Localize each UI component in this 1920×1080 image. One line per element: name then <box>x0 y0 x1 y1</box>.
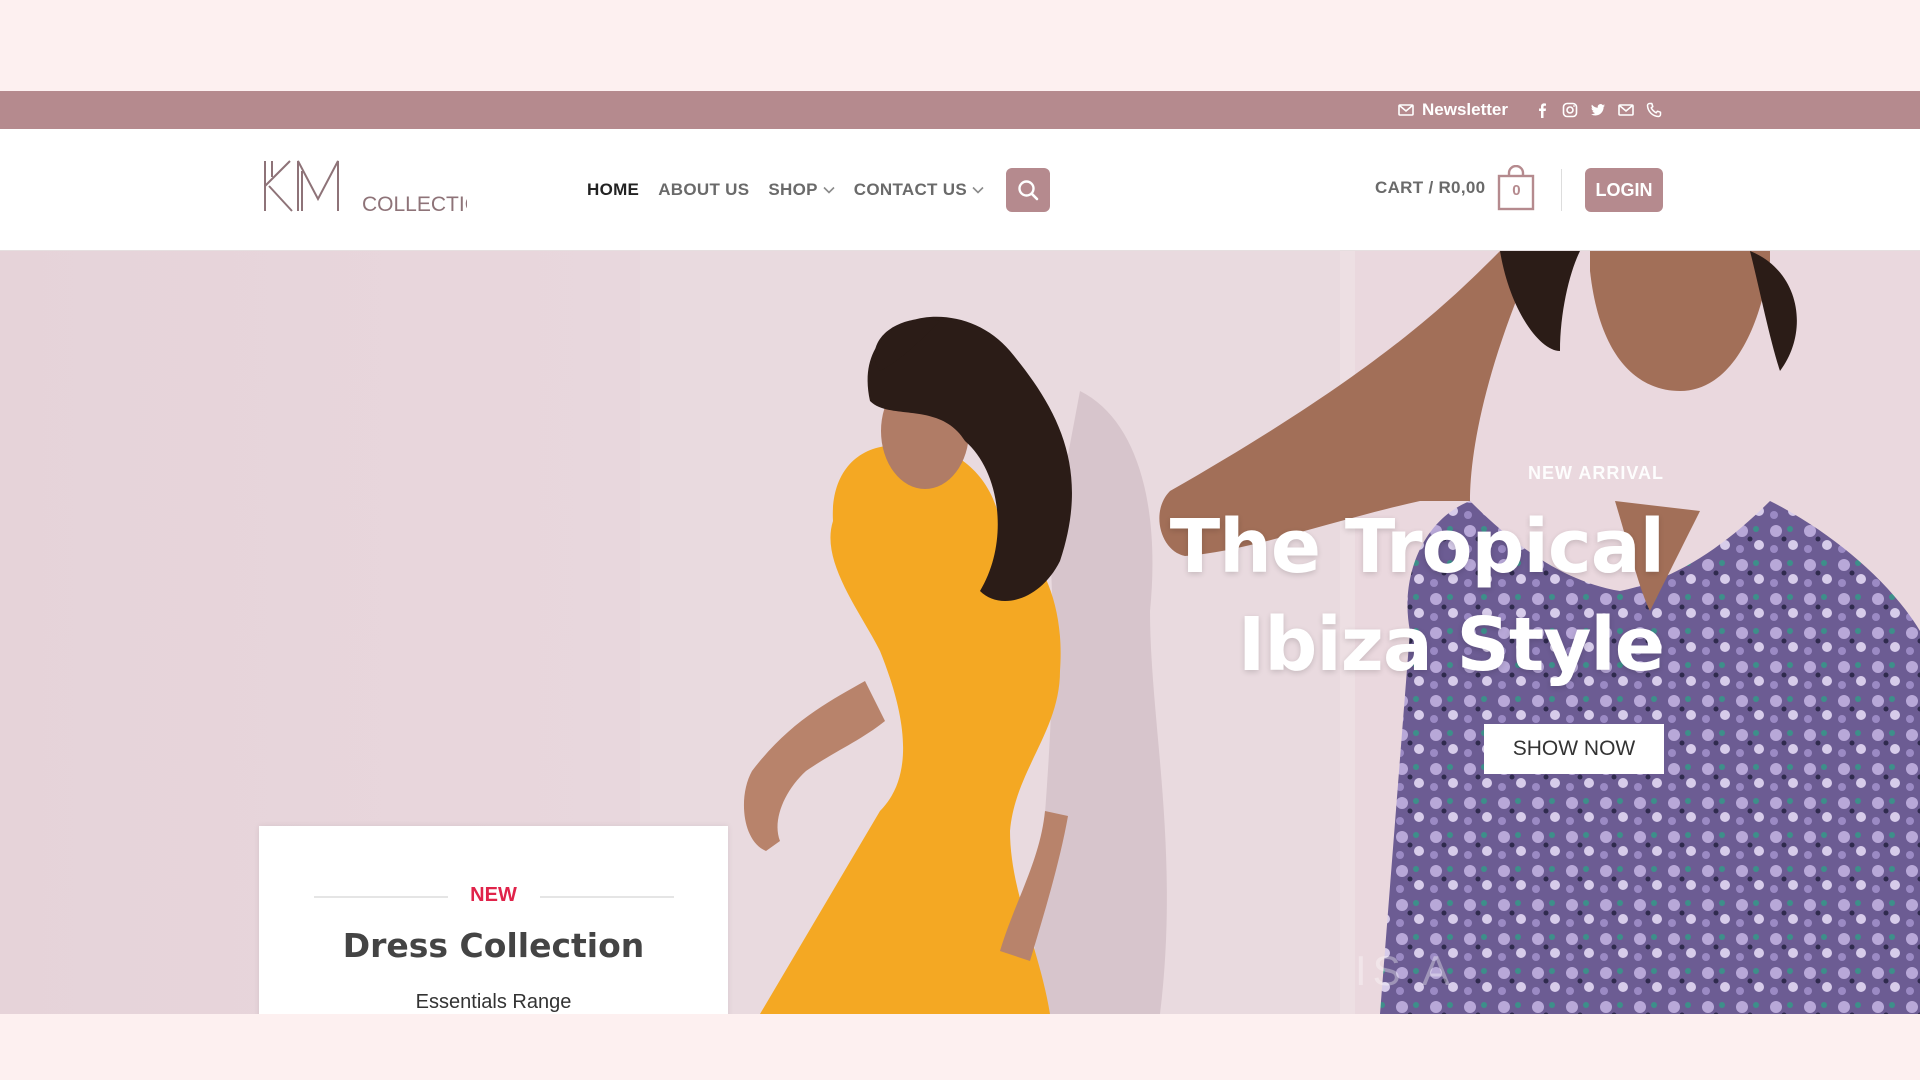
nav-shop-label: SHOP <box>768 179 818 199</box>
show-now-button[interactable]: SHOW NOW <box>1484 724 1664 774</box>
twitter-icon[interactable] <box>1590 102 1606 118</box>
header-divider <box>1561 169 1562 211</box>
hero-title-line-1: The Tropical <box>1169 504 1665 590</box>
email-icon[interactable] <box>1618 102 1634 118</box>
site-header: COLLECTION HOME ABOUT US SHOP CONTACT US… <box>0 129 1920 251</box>
instagram-icon[interactable] <box>1562 102 1578 118</box>
dress-collection-card[interactable]: NEW Dress Collection Essentials Range <box>259 826 728 1026</box>
hero-title-line-2: Ibiza Style <box>1237 602 1665 688</box>
search-button[interactable] <box>1006 168 1050 212</box>
top-bar: Newsletter <box>0 91 1920 129</box>
cart-bag-icon: 0 <box>1497 165 1535 211</box>
page-bottom-margin <box>0 1014 1920 1080</box>
nav-home[interactable]: HOME <box>587 180 639 200</box>
hero-ghost-text: IS A <box>1355 947 1457 994</box>
phone-icon[interactable] <box>1646 102 1662 118</box>
hero-eyebrow: NEW ARRIVAL <box>1528 463 1664 483</box>
top-bar-links: Newsletter <box>1398 91 1662 129</box>
hero-text-block: NEW ARRIVAL The Tropical Ibiza Style SHO… <box>1169 463 1665 774</box>
login-label: LOGIN <box>1595 179 1653 200</box>
chevron-down-icon <box>823 186 835 194</box>
search-icon <box>1018 180 1039 201</box>
card-subheading: Essentials Range <box>415 991 572 1013</box>
chevron-down-icon <box>972 186 984 194</box>
nav-contact-label: CONTACT US <box>853 179 967 199</box>
km-collection-logo[interactable]: COLLECTION <box>262 157 496 217</box>
nav-home-label: HOME <box>587 179 640 199</box>
newsletter-label: Newsletter <box>1422 100 1508 119</box>
hero-title: The Tropical Ibiza Style <box>1169 498 1665 694</box>
nav-about-label: ABOUT US <box>658 179 750 199</box>
logo-sub-text: COLLECTION <box>362 193 467 216</box>
newsletter-link[interactable]: Newsletter <box>1398 100 1508 120</box>
login-button[interactable]: LOGIN <box>1585 168 1663 212</box>
mail-icon <box>1398 102 1414 118</box>
cart-label: CART / R0,00 <box>1375 178 1486 197</box>
card-heading: Dress Collection <box>342 926 645 965</box>
nav-contact-us[interactable]: CONTACT US <box>854 180 984 200</box>
cart-link[interactable]: CART / R0,00 0 <box>1375 165 1535 211</box>
new-badge: NEW <box>470 884 517 906</box>
facebook-icon[interactable] <box>1534 102 1550 118</box>
nav-shop[interactable]: SHOP <box>768 179 835 200</box>
main-nav: HOME ABOUT US SHOP CONTACT US <box>587 129 984 250</box>
cart-count: 0 <box>1512 182 1521 199</box>
nav-about-us[interactable]: ABOUT US <box>658 180 749 200</box>
